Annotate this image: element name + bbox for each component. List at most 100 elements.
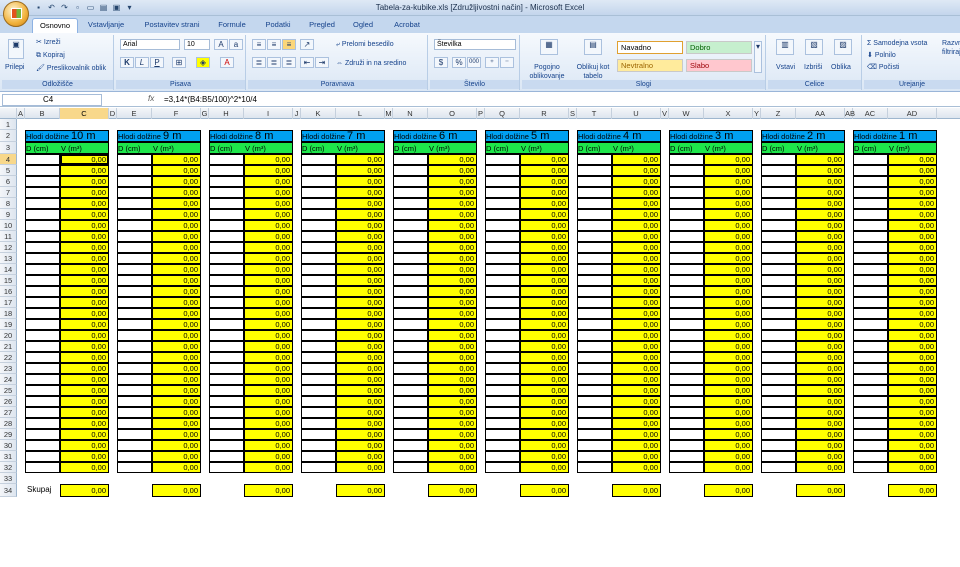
volume-cell[interactable]: 0,00 — [796, 297, 845, 308]
diameter-cell[interactable] — [485, 330, 520, 341]
format-painter-button[interactable]: 🖌 Preslikovalnik oblik — [36, 64, 106, 73]
diameter-cell[interactable] — [853, 176, 888, 187]
row-header-15[interactable]: 15 — [0, 275, 17, 286]
diameter-cell[interactable] — [393, 264, 428, 275]
volume-cell[interactable]: 0,00 — [244, 231, 293, 242]
tab-postavitev-strani[interactable]: Postavitev strani — [138, 18, 206, 33]
diameter-cell[interactable] — [25, 187, 60, 198]
diameter-cell[interactable] — [853, 264, 888, 275]
volume-cell[interactable]: 0,00 — [520, 308, 569, 319]
volume-cell[interactable]: 0,00 — [796, 275, 845, 286]
diameter-cell[interactable] — [577, 319, 612, 330]
diameter-cell[interactable] — [669, 187, 704, 198]
diameter-cell[interactable] — [577, 440, 612, 451]
diameter-cell[interactable] — [485, 396, 520, 407]
diameter-cell[interactable] — [853, 451, 888, 462]
office-button[interactable] — [3, 1, 29, 27]
number-format-combo[interactable]: Številka — [434, 39, 516, 50]
diameter-cell[interactable] — [853, 374, 888, 385]
style-neutral[interactable]: Nevtralno — [617, 59, 683, 72]
diameter-cell[interactable] — [301, 154, 336, 165]
diameter-cell[interactable] — [669, 330, 704, 341]
diameter-cell[interactable] — [25, 242, 60, 253]
diameter-cell[interactable] — [761, 231, 796, 242]
table-header-0[interactable]: Hlodi dolžine 10 m — [25, 130, 109, 142]
volume-cell[interactable]: 0,00 — [428, 253, 477, 264]
volume-cell[interactable]: 0,00 — [704, 176, 753, 187]
row-header-32[interactable]: 32 — [0, 462, 17, 473]
table-subheader-0[interactable]: D (cm) V (m³) — [25, 142, 109, 154]
diameter-cell[interactable] — [209, 297, 244, 308]
diameter-cell[interactable] — [485, 209, 520, 220]
diameter-cell[interactable] — [853, 253, 888, 264]
diameter-cell[interactable] — [761, 440, 796, 451]
diameter-cell[interactable] — [117, 209, 152, 220]
diameter-cell[interactable] — [117, 220, 152, 231]
diameter-cell[interactable] — [393, 231, 428, 242]
diameter-cell[interactable] — [577, 220, 612, 231]
diameter-cell[interactable] — [209, 198, 244, 209]
volume-cell[interactable]: 0,00 — [60, 154, 109, 165]
volume-cell[interactable]: 0,00 — [520, 352, 569, 363]
row-header-12[interactable]: 12 — [0, 242, 17, 253]
volume-cell[interactable]: 0,00 — [152, 286, 201, 297]
diameter-cell[interactable] — [301, 451, 336, 462]
diameter-cell[interactable] — [669, 165, 704, 176]
volume-cell[interactable]: 0,00 — [520, 385, 569, 396]
diameter-cell[interactable] — [577, 286, 612, 297]
font-size-combo[interactable]: 10 — [184, 39, 210, 50]
volume-cell[interactable]: 0,00 — [520, 462, 569, 473]
row-header-11[interactable]: 11 — [0, 231, 17, 242]
diameter-cell[interactable] — [393, 220, 428, 231]
diameter-cell[interactable] — [669, 429, 704, 440]
volume-cell[interactable]: 0,00 — [612, 286, 661, 297]
volume-cell[interactable]: 0,00 — [60, 429, 109, 440]
volume-cell[interactable]: 0,00 — [888, 286, 937, 297]
diameter-cell[interactable] — [577, 341, 612, 352]
diameter-cell[interactable] — [25, 286, 60, 297]
column-header-R[interactable]: R — [520, 108, 569, 119]
diameter-cell[interactable] — [853, 330, 888, 341]
volume-cell[interactable]: 0,00 — [796, 352, 845, 363]
column-header-Q[interactable]: Q — [485, 108, 520, 119]
volume-cell[interactable]: 0,00 — [60, 462, 109, 473]
volume-cell[interactable]: 0,00 — [336, 341, 385, 352]
column-header-G[interactable]: G — [201, 108, 209, 119]
style-good[interactable]: Dobro — [686, 41, 752, 54]
column-header-V[interactable]: V — [661, 108, 669, 119]
diameter-cell[interactable] — [301, 418, 336, 429]
tab-pregled[interactable]: Pregled — [304, 18, 340, 33]
volume-cell[interactable]: 0,00 — [152, 297, 201, 308]
column-header-N[interactable]: N — [393, 108, 428, 119]
diameter-cell[interactable] — [393, 385, 428, 396]
volume-cell[interactable]: 0,00 — [796, 253, 845, 264]
align-top-icon[interactable]: ≡ — [252, 39, 266, 50]
diameter-cell[interactable] — [209, 286, 244, 297]
volume-cell[interactable]: 0,00 — [612, 330, 661, 341]
diameter-cell[interactable] — [117, 286, 152, 297]
volume-cell[interactable]: 0,00 — [152, 154, 201, 165]
volume-cell[interactable]: 0,00 — [520, 209, 569, 220]
column-header-C[interactable]: C — [60, 108, 109, 119]
table-header-8[interactable]: Hlodi dolžine 2 m — [761, 130, 845, 142]
volume-cell[interactable]: 0,00 — [336, 352, 385, 363]
volume-cell[interactable]: 0,00 — [520, 253, 569, 264]
volume-cell[interactable]: 0,00 — [152, 462, 201, 473]
conditional-format-button[interactable]: Pogojno oblikovanje — [524, 63, 570, 81]
volume-cell[interactable]: 0,00 — [796, 165, 845, 176]
volume-cell[interactable]: 0,00 — [704, 451, 753, 462]
diameter-cell[interactable] — [485, 363, 520, 374]
table-subheader-3[interactable]: D (cm) V (m³) — [301, 142, 385, 154]
diameter-cell[interactable] — [25, 418, 60, 429]
diameter-cell[interactable] — [393, 297, 428, 308]
sum-cell[interactable]: 0,00 — [336, 484, 385, 497]
diameter-cell[interactable] — [25, 198, 60, 209]
volume-cell[interactable]: 0,00 — [244, 308, 293, 319]
diameter-cell[interactable] — [761, 330, 796, 341]
diameter-cell[interactable] — [301, 330, 336, 341]
volume-cell[interactable]: 0,00 — [428, 385, 477, 396]
volume-cell[interactable]: 0,00 — [520, 451, 569, 462]
diameter-cell[interactable] — [577, 352, 612, 363]
volume-cell[interactable]: 0,00 — [888, 209, 937, 220]
diameter-cell[interactable] — [485, 220, 520, 231]
